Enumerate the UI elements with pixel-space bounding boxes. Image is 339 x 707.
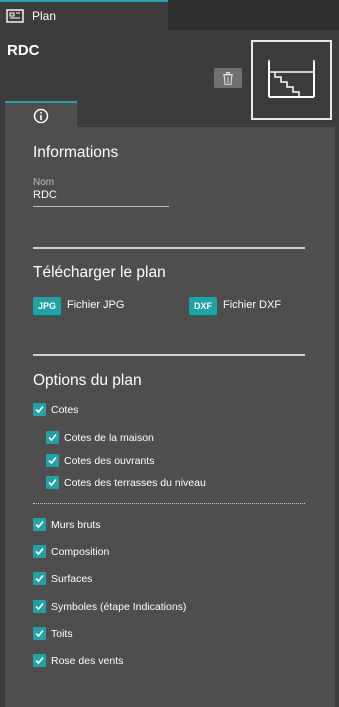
option-label: Cotes des ouvrants	[64, 455, 155, 467]
tab-informations[interactable]	[5, 101, 77, 129]
name-field[interactable]: RDC	[33, 189, 169, 207]
level-title: RDC	[7, 42, 40, 59]
check-icon	[35, 629, 44, 638]
checkbox-symboles[interactable]	[33, 600, 46, 613]
section-options-heading: Options du plan	[33, 372, 142, 389]
check-icon	[48, 456, 57, 465]
option-label: Cotes des terrasses du niveau	[64, 477, 206, 489]
tab-plan-label: Plan	[32, 9, 57, 23]
download-jpg-link[interactable]: Fichier JPG	[67, 299, 124, 311]
option-label: Cotes de la maison	[64, 432, 154, 444]
download-dxf-link[interactable]: Fichier DXF	[223, 299, 281, 311]
check-icon	[35, 520, 44, 529]
check-icon	[35, 574, 44, 583]
checkbox-composition[interactable]	[33, 545, 46, 558]
checkbox-cotes[interactable]	[33, 403, 46, 416]
check-icon	[35, 602, 44, 611]
section-informations-heading: Informations	[33, 144, 119, 161]
option-label: Symboles (étape Indications)	[51, 601, 187, 613]
checkbox-murs-bruts[interactable]	[33, 518, 46, 531]
floor-plan-thumbnail[interactable]	[251, 40, 332, 120]
check-icon	[35, 656, 44, 665]
delete-button[interactable]	[214, 68, 242, 88]
info-icon	[33, 108, 49, 124]
checkbox-toits[interactable]	[33, 627, 46, 640]
option-label-cotes: Cotes	[51, 404, 79, 416]
option-label: Toits	[51, 628, 73, 640]
jpg-badge[interactable]: JPG	[33, 297, 61, 315]
section-download-heading: Télécharger le plan	[33, 264, 166, 281]
option-label: Murs bruts	[51, 519, 101, 531]
divider	[33, 247, 305, 249]
plan-icon	[6, 9, 24, 23]
checkbox-cotes-terrasses[interactable]	[46, 476, 59, 489]
option-label: Surfaces	[51, 573, 93, 585]
checkbox-surfaces[interactable]	[33, 572, 46, 585]
floor-plan-thumbnail-icon	[268, 58, 315, 98]
option-label: Rose des vents	[51, 655, 124, 667]
checkbox-rose-des-vents[interactable]	[33, 654, 46, 667]
dotted-divider	[33, 503, 305, 504]
tab-bar: Plan	[0, 0, 339, 30]
checkbox-cotes-maison[interactable]	[46, 431, 59, 444]
name-label: Nom	[33, 177, 55, 188]
check-icon	[35, 547, 44, 556]
trash-icon	[223, 71, 233, 85]
option-label: Composition	[51, 546, 110, 558]
options-panel	[5, 127, 335, 707]
check-icon	[48, 478, 57, 487]
checkbox-cotes-ouvrants[interactable]	[46, 454, 59, 467]
dxf-badge[interactable]: DXF	[189, 297, 217, 315]
divider	[33, 354, 305, 356]
check-icon	[35, 405, 44, 414]
check-icon	[48, 433, 57, 442]
tab-plan[interactable]: Plan	[0, 0, 168, 30]
